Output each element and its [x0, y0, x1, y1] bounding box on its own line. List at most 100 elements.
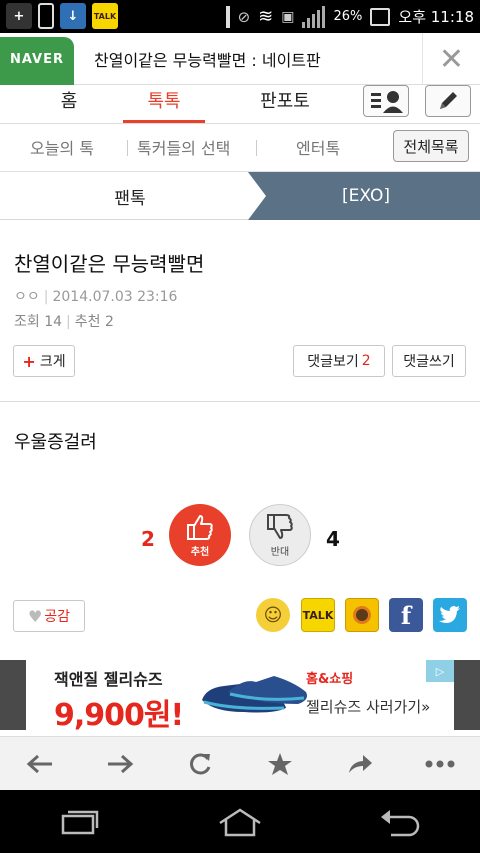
naver-tab[interactable]: NAVER: [0, 37, 74, 85]
plus-icon: +: [22, 351, 36, 371]
refresh-icon: [190, 753, 211, 774]
recommend-button[interactable]: 추천: [169, 504, 231, 566]
twitter-share-icon[interactable]: [433, 598, 467, 632]
sim-icon: [225, 5, 230, 28]
battery-text: 26%: [333, 9, 363, 24]
view-comments-button[interactable]: 댓글보기 2: [293, 345, 385, 377]
home-icon: [219, 808, 261, 836]
ad-cta: 젤리슈즈 사러가기»: [306, 698, 431, 716]
tab-fantalk[interactable]: 팬톡: [0, 172, 260, 220]
oppose-count: 4: [326, 527, 340, 551]
share-arrow-icon: [349, 754, 372, 773]
ad-brand: 홈&쇼핑: [306, 672, 354, 687]
close-icon: ✕: [438, 41, 465, 77]
shoe-image: [202, 676, 307, 713]
my-profile-button[interactable]: [363, 85, 409, 117]
forward-arrow-icon: [108, 754, 134, 773]
back-button[interactable]: [10, 737, 70, 791]
phone-download-icon: [38, 3, 54, 29]
post-views: 조회 14: [14, 314, 63, 330]
divider: [256, 140, 257, 156]
back-arrow-icon: [26, 754, 52, 773]
bigger-label: 크게: [39, 354, 66, 370]
kakaotalk-share-icon[interactable]: TALK: [301, 598, 335, 632]
oppose-label: 반대: [270, 546, 290, 558]
recommend-label: 추천: [190, 546, 210, 558]
post-body: 우울증걸려: [14, 432, 97, 453]
post-title: 찬열이같은 무능력빨면: [14, 252, 205, 276]
recommend-count: 2: [141, 527, 155, 551]
browser-toolbar: [0, 736, 480, 790]
subnav-today[interactable]: 오늘의 톡: [30, 135, 94, 159]
more-dots-icon: [425, 760, 455, 767]
share-button[interactable]: [330, 737, 390, 791]
subnav-enter[interactable]: 엔터톡: [296, 135, 340, 159]
mute-icon: ⊘: [237, 7, 251, 26]
main-nav: 홈 톡톡 판포토: [0, 85, 480, 124]
subnav-choice[interactable]: 톡커들의 선택: [137, 135, 230, 159]
font-bigger-button[interactable]: + 크게: [13, 345, 75, 377]
kakaotalk-icon: TALK: [92, 3, 118, 29]
nav-panpo-label: 판포토: [260, 91, 310, 112]
ad-banner[interactable]: 잭앤질 젤리슈즈 9,900원! 홈&쇼핑 젤리슈즈 사러가기» ▷: [26, 660, 454, 733]
post-author-date: ㅇㅇ | 2014.07.03 23:16: [14, 286, 177, 306]
nav-toktok-label: 톡톡: [147, 91, 181, 112]
post-author: ㅇㅇ: [14, 289, 40, 305]
nav-panpo[interactable]: 판포토: [248, 85, 322, 123]
signal-icon: [302, 5, 326, 28]
refresh-button[interactable]: [170, 737, 230, 791]
screenshot-icon: [370, 7, 391, 26]
ad-headline: 잭앤질 젤리슈즈: [54, 670, 163, 689]
forward-button[interactable]: [90, 737, 150, 791]
ad-info-icon[interactable]: ▷: [426, 660, 454, 682]
clock: 오후 11:18: [398, 8, 474, 26]
home-button[interactable]: [200, 790, 280, 853]
thumbs-up-icon: [187, 514, 213, 540]
page-title: 찬열이같은 무능력빨면 : 네이트판: [94, 51, 321, 70]
ad-banner-strip: 잭앤질 젤리슈즈 9,900원! 홈&쇼핑 젤리슈즈 사러가기» ▷: [0, 660, 480, 733]
emoticon-share-icon[interactable]: ☺: [256, 598, 290, 632]
add-notification-icon: +: [6, 3, 32, 29]
close-button[interactable]: ✕: [422, 33, 480, 85]
divider: |: [43, 289, 49, 305]
status-bar: + ↓ TALK ⊘ ≋ ▣ 26% 오후 11:18: [0, 0, 480, 33]
post-stats: 조회 14 | 추천 2: [14, 311, 114, 331]
view-comments-label: 댓글보기: [307, 354, 359, 370]
ad-price: 9,900원!: [54, 698, 184, 733]
bookmark-button[interactable]: [250, 737, 310, 791]
category-tabs: 팬톡 [EXO]: [0, 172, 480, 220]
empathy-button[interactable]: ♥ 공감: [13, 600, 85, 632]
post-recommends: 추천 2: [74, 314, 114, 330]
nav-home-label: 홈: [60, 91, 78, 112]
oppose-button[interactable]: 반대: [249, 504, 311, 566]
divider: |: [66, 314, 71, 330]
nav-toktok[interactable]: 톡톡: [123, 85, 205, 123]
profile-list-icon: [371, 91, 403, 113]
heart-icon: ♥: [27, 606, 43, 626]
tab-exo[interactable]: [EXO]: [248, 172, 480, 220]
post-date: 2014.07.03 23:16: [52, 289, 178, 305]
wifi-icon: ≋: [258, 6, 274, 27]
sub-nav: 오늘의 톡 톡커들의 선택 엔터톡 전체목록: [0, 124, 480, 172]
system-nav-bar: [0, 790, 480, 853]
sd-card-icon: ▣: [281, 8, 295, 25]
all-list-button[interactable]: 전체목록: [393, 130, 469, 162]
recent-apps-icon: [61, 810, 99, 834]
browser-title-bar: NAVER 찬열이같은 무능력빨면 : 네이트판 ✕: [0, 33, 480, 85]
star-icon: [268, 752, 292, 775]
divider: [127, 140, 128, 156]
content-divider: [0, 401, 480, 402]
thumbs-down-icon: [267, 513, 293, 539]
comment-count: 2: [361, 353, 371, 369]
pencil-icon: [440, 92, 457, 109]
nav-home[interactable]: 홈: [40, 85, 98, 123]
recent-apps-button[interactable]: [40, 790, 120, 853]
kakaostory-share-icon[interactable]: [345, 598, 379, 632]
download-icon: ↓: [60, 3, 86, 29]
facebook-share-icon[interactable]: f: [389, 598, 423, 632]
write-comment-button[interactable]: 댓글쓰기: [392, 345, 466, 377]
empathy-label: 공감: [44, 609, 71, 625]
back-system-button[interactable]: [360, 790, 440, 853]
write-button[interactable]: [425, 85, 471, 117]
more-button[interactable]: [410, 737, 470, 791]
